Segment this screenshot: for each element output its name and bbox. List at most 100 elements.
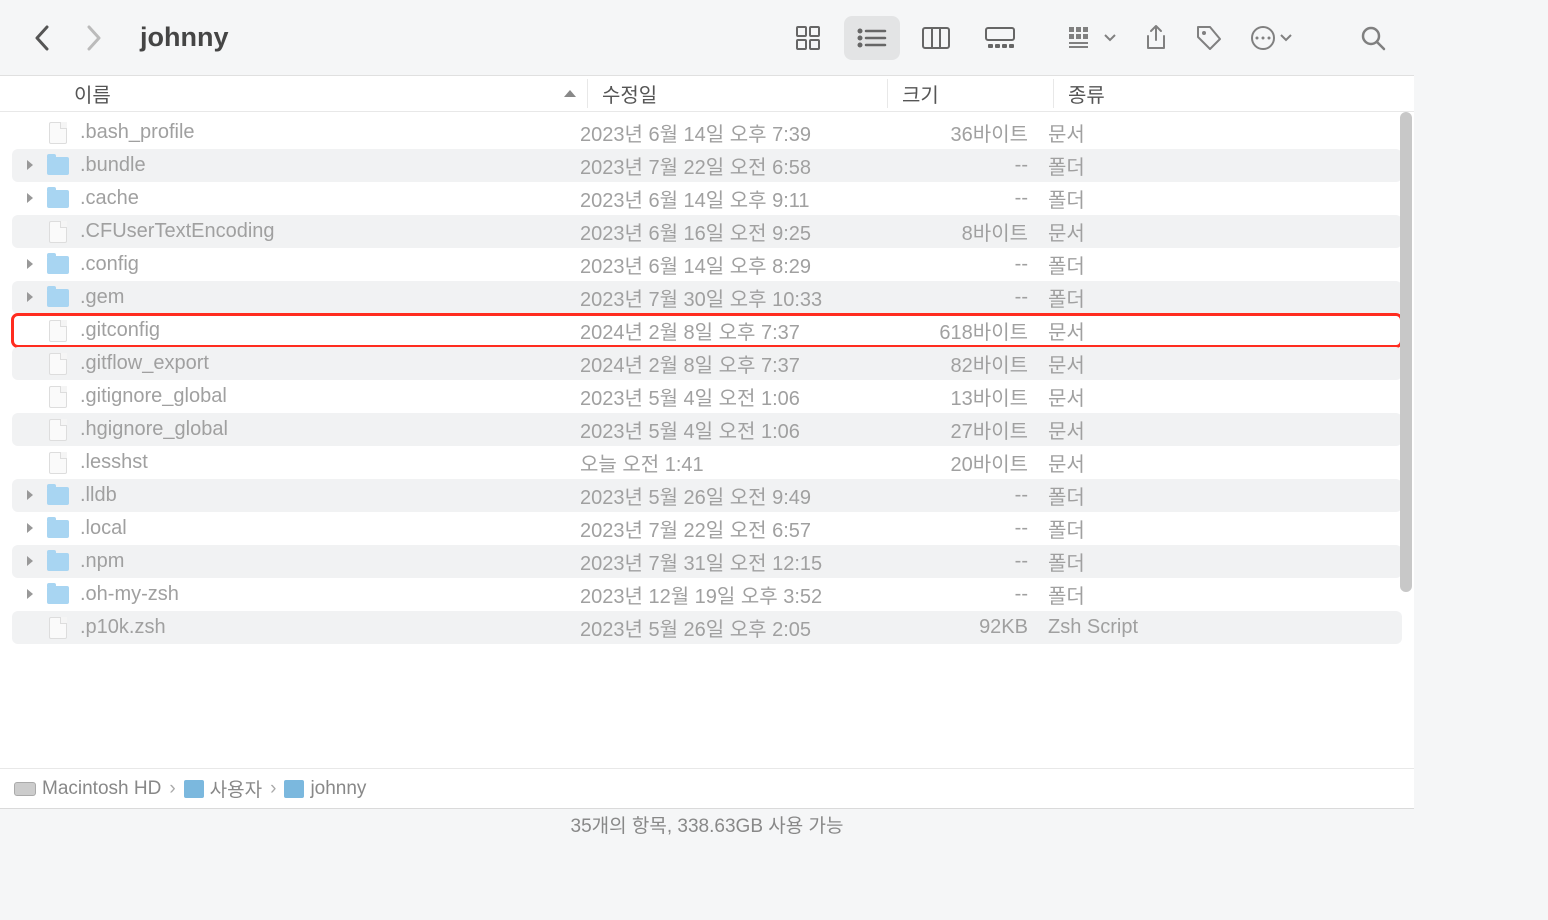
toolbar: johnny bbox=[0, 0, 1414, 76]
column-name[interactable]: 이름 bbox=[0, 79, 588, 108]
group-button[interactable] bbox=[1068, 26, 1116, 50]
path-user[interactable]: johnny bbox=[284, 778, 366, 800]
file-kind: 폴더 bbox=[1040, 547, 1402, 576]
path-separator: › bbox=[270, 778, 276, 800]
file-row[interactable]: .config2023년 6월 14일 오후 8:29--폴더 bbox=[12, 248, 1402, 281]
file-date: 2023년 5월 26일 오전 9:49 bbox=[580, 481, 880, 510]
file-row[interactable]: .lldb2023년 5월 26일 오전 9:49--폴더 bbox=[12, 479, 1402, 512]
list-view-button[interactable] bbox=[844, 16, 900, 60]
file-size: -- bbox=[880, 517, 1040, 540]
file-kind: 문서 bbox=[1040, 118, 1402, 147]
tag-button[interactable] bbox=[1196, 25, 1222, 51]
file-date: 2023년 6월 14일 오후 7:39 bbox=[580, 118, 880, 147]
file-name: .p10k.zsh bbox=[70, 616, 580, 639]
disclosure-triangle[interactable] bbox=[20, 257, 40, 273]
folder-icon bbox=[46, 286, 70, 310]
file-row[interactable]: .bundle2023년 7월 22일 오전 6:58--폴더 bbox=[12, 149, 1402, 182]
file-row[interactable]: .gitflow_export2024년 2월 8일 오후 7:3782바이트문… bbox=[12, 347, 1402, 380]
home-folder-icon bbox=[284, 780, 304, 798]
file-icon bbox=[46, 220, 70, 244]
file-row[interactable]: .gem2023년 7월 30일 오후 10:33--폴더 bbox=[12, 281, 1402, 314]
disclosure-triangle[interactable] bbox=[20, 554, 40, 570]
file-kind: 폴더 bbox=[1040, 184, 1402, 213]
file-size: 27바이트 bbox=[880, 415, 1040, 444]
file-icon bbox=[46, 385, 70, 409]
disclosure-triangle[interactable] bbox=[20, 488, 40, 504]
share-button[interactable] bbox=[1144, 24, 1168, 52]
path-disk[interactable]: Macintosh HD bbox=[14, 778, 161, 800]
file-date: 2023년 5월 4일 오전 1:06 bbox=[580, 382, 880, 411]
path-bar: Macintosh HD › 사용자 › johnny bbox=[0, 768, 1414, 808]
chevron-down-icon bbox=[1280, 34, 1292, 42]
action-button[interactable] bbox=[1250, 25, 1292, 51]
disk-icon bbox=[14, 782, 36, 796]
file-row[interactable]: .lesshst오늘 오전 1:4120바이트문서 bbox=[12, 446, 1402, 479]
file-name: .oh-my-zsh bbox=[70, 583, 580, 606]
file-size: 13바이트 bbox=[880, 382, 1040, 411]
disclosure-triangle[interactable] bbox=[20, 158, 40, 174]
file-size: -- bbox=[880, 286, 1040, 309]
file-icon bbox=[46, 451, 70, 475]
forward-button[interactable] bbox=[80, 24, 108, 52]
disclosure-triangle[interactable] bbox=[20, 191, 40, 207]
file-row[interactable]: .local2023년 7월 22일 오전 6:57--폴더 bbox=[12, 512, 1402, 545]
file-name: .gem bbox=[70, 286, 580, 309]
column-date[interactable]: 수정일 bbox=[588, 79, 888, 108]
file-name: .cache bbox=[70, 187, 580, 210]
file-date: 2023년 7월 22일 오전 6:58 bbox=[580, 151, 880, 180]
file-row[interactable]: .hgignore_global2023년 5월 4일 오전 1:0627바이트… bbox=[12, 413, 1402, 446]
file-icon bbox=[46, 418, 70, 442]
file-icon bbox=[46, 319, 70, 343]
file-date: 오늘 오전 1:41 bbox=[580, 448, 880, 477]
scrollbar-thumb[interactable] bbox=[1400, 112, 1412, 592]
scrollbar[interactable] bbox=[1398, 112, 1414, 768]
file-row[interactable]: .p10k.zsh2023년 5월 26일 오후 2:0592KBZsh Scr… bbox=[12, 611, 1402, 644]
search-button[interactable] bbox=[1360, 25, 1386, 51]
file-date: 2023년 5월 26일 오후 2:05 bbox=[580, 613, 880, 642]
gallery-view-button[interactable] bbox=[972, 16, 1028, 60]
file-row[interactable]: .gitignore_global2023년 5월 4일 오전 1:0613바이… bbox=[12, 380, 1402, 413]
file-row[interactable]: .gitconfig2024년 2월 8일 오후 7:37618바이트문서 bbox=[12, 314, 1402, 347]
file-name: .lesshst bbox=[70, 451, 580, 474]
disclosure-triangle[interactable] bbox=[20, 290, 40, 306]
file-kind: 문서 bbox=[1040, 382, 1402, 411]
folder-icon bbox=[46, 517, 70, 541]
file-kind: 폴더 bbox=[1040, 481, 1402, 510]
file-name: .hgignore_global bbox=[70, 418, 580, 441]
file-kind: 문서 bbox=[1040, 316, 1402, 345]
file-date: 2023년 6월 14일 오후 8:29 bbox=[580, 250, 880, 279]
file-size: 92KB bbox=[880, 616, 1040, 639]
file-date: 2023년 7월 30일 오후 10:33 bbox=[580, 283, 880, 312]
column-view-button[interactable] bbox=[908, 16, 964, 60]
folder-icon bbox=[46, 583, 70, 607]
column-size[interactable]: 크기 bbox=[888, 79, 1054, 108]
sort-indicator-icon bbox=[563, 82, 577, 105]
column-kind[interactable]: 종류 bbox=[1054, 79, 1414, 108]
file-name: .config bbox=[70, 253, 580, 276]
disclosure-triangle[interactable] bbox=[20, 587, 40, 603]
file-row[interactable]: .npm2023년 7월 31일 오전 12:15--폴더 bbox=[12, 545, 1402, 578]
file-row[interactable]: .bash_profile2023년 6월 14일 오후 7:3936바이트문서 bbox=[12, 116, 1402, 149]
file-kind: 폴더 bbox=[1040, 514, 1402, 543]
file-kind: 폴더 bbox=[1040, 580, 1402, 609]
file-date: 2023년 6월 14일 오후 9:11 bbox=[580, 184, 880, 213]
icon-view-button[interactable] bbox=[780, 16, 836, 60]
file-row[interactable]: .CFUserTextEncoding2023년 6월 16일 오전 9:258… bbox=[12, 215, 1402, 248]
file-name: .bash_profile bbox=[70, 121, 580, 144]
file-row[interactable]: .cache2023년 6월 14일 오후 9:11--폴더 bbox=[12, 182, 1402, 215]
file-date: 2023년 6월 16일 오전 9:25 bbox=[580, 217, 880, 246]
file-icon bbox=[46, 616, 70, 640]
file-name: .CFUserTextEncoding bbox=[70, 220, 580, 243]
disclosure-triangle[interactable] bbox=[20, 521, 40, 537]
file-size: 8바이트 bbox=[880, 217, 1040, 246]
file-kind: 문서 bbox=[1040, 415, 1402, 444]
file-date: 2024년 2월 8일 오후 7:37 bbox=[580, 316, 880, 345]
back-button[interactable] bbox=[28, 24, 56, 52]
path-users[interactable]: 사용자 bbox=[184, 775, 262, 802]
file-size: -- bbox=[880, 187, 1040, 210]
file-row[interactable]: .oh-my-zsh2023년 12월 19일 오후 3:52--폴더 bbox=[12, 578, 1402, 611]
file-date: 2023년 5월 4일 오전 1:06 bbox=[580, 415, 880, 444]
file-name: .npm bbox=[70, 550, 580, 573]
file-icon bbox=[46, 121, 70, 145]
file-date: 2023년 12월 19일 오후 3:52 bbox=[580, 580, 880, 609]
